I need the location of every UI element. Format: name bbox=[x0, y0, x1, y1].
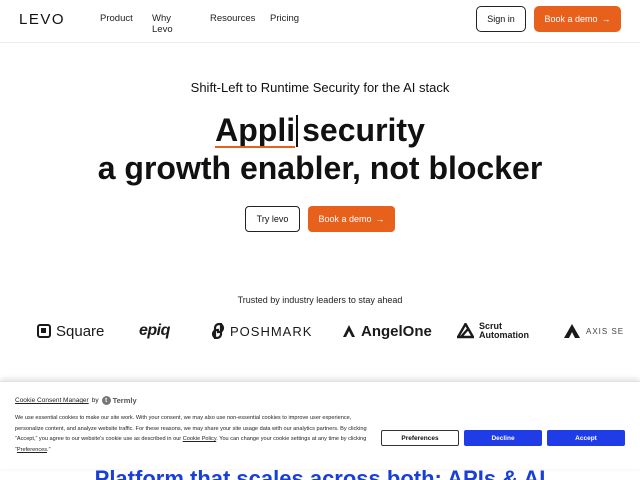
cookie-by-text: by bbox=[91, 397, 99, 404]
sign-in-button[interactable]: Sign in bbox=[476, 6, 526, 32]
axis-logo: AXIS SE bbox=[563, 318, 624, 344]
book-demo-label: Book a demo bbox=[318, 214, 372, 224]
typed-word: Appli bbox=[215, 112, 296, 148]
try-levo-button[interactable]: Try levo bbox=[245, 206, 300, 232]
angelone-icon bbox=[343, 325, 355, 337]
termly-logo-text: Termly bbox=[112, 396, 137, 405]
preferences-link[interactable]: Preferences bbox=[17, 447, 47, 453]
trusted-by-text: Trusted by industry leaders to stay ahea… bbox=[237, 295, 403, 305]
book-demo-hero-button[interactable]: Book a demo → bbox=[308, 206, 395, 232]
automation-logo-text: Automation bbox=[479, 330, 529, 340]
nav-link-why-levo[interactable]: Why Levo bbox=[152, 13, 173, 35]
hero-heading-line1: Appli security bbox=[0, 112, 640, 149]
termly-icon: t bbox=[101, 396, 111, 405]
customer-logos: Square epiq POSHMARK AngelOne Scrut Auto… bbox=[0, 318, 640, 344]
epiq-logo: epiq bbox=[139, 318, 170, 344]
poshmark-logo-text: POSHMARK bbox=[230, 323, 313, 339]
book-demo-nav-button[interactable]: Book a demo → bbox=[534, 6, 621, 32]
sign-in-label: Sign in bbox=[487, 14, 515, 24]
scrut-text-block: Scrut Automation bbox=[479, 322, 529, 340]
cookie-preferences-button[interactable]: Preferences bbox=[381, 430, 459, 446]
cookie-banner-header: Cookie Consent Manager by t Termly bbox=[15, 396, 137, 405]
arrow-right-icon: → bbox=[601, 14, 611, 24]
angelone-logo-text: AngelOne bbox=[361, 322, 432, 340]
angelone-logo: AngelOne bbox=[342, 318, 432, 344]
axis-logo-text: AXIS SE bbox=[586, 326, 625, 336]
cookie-policy-link[interactable]: Cookie Policy bbox=[183, 436, 216, 442]
top-navbar: LEVO Product Why Levo Resources Pricing … bbox=[0, 0, 640, 38]
cookie-description: We use essential cookies to make our sit… bbox=[15, 413, 375, 455]
try-levo-label: Try levo bbox=[256, 214, 289, 224]
hero-heading-rest: security bbox=[302, 112, 425, 148]
hero-heading-line2: a growth enabler, not blocker bbox=[97, 150, 543, 186]
scrut-icon bbox=[457, 323, 474, 339]
cookie-consent-banner: Cookie Consent Manager by t Termly We us… bbox=[0, 381, 640, 469]
epiq-logo-text: epiq bbox=[139, 322, 170, 339]
cookie-accept-button[interactable]: Accept bbox=[547, 430, 625, 446]
square-icon bbox=[37, 324, 51, 338]
cookie-decline-button[interactable]: Decline bbox=[464, 430, 542, 446]
arrow-right-icon: → bbox=[375, 214, 385, 224]
hero-tagline: Shift-Left to Runtime Security for the A… bbox=[190, 80, 450, 95]
nav-link-pricing[interactable]: Pricing bbox=[270, 13, 299, 24]
axis-icon bbox=[564, 324, 580, 338]
cookie-text-part3: .” bbox=[47, 446, 51, 453]
termly-logo: t Termly bbox=[101, 396, 137, 405]
poshmark-logo: POSHMARK bbox=[211, 318, 312, 344]
poshmark-icon bbox=[211, 322, 225, 340]
nav-divider bbox=[0, 42, 640, 43]
nav-link-product[interactable]: Product bbox=[100, 13, 133, 24]
scrut-logo: Scrut Automation bbox=[457, 318, 529, 344]
square-logo-text: Square bbox=[56, 322, 105, 340]
square-logo: Square bbox=[37, 318, 104, 344]
cookie-consent-title-link[interactable]: Cookie Consent Manager bbox=[15, 397, 89, 404]
book-demo-label: Book a demo bbox=[544, 14, 598, 24]
typing-cursor bbox=[296, 115, 299, 147]
levo-logo[interactable]: LEVO bbox=[19, 11, 65, 28]
nav-link-resources[interactable]: Resources bbox=[210, 13, 255, 24]
